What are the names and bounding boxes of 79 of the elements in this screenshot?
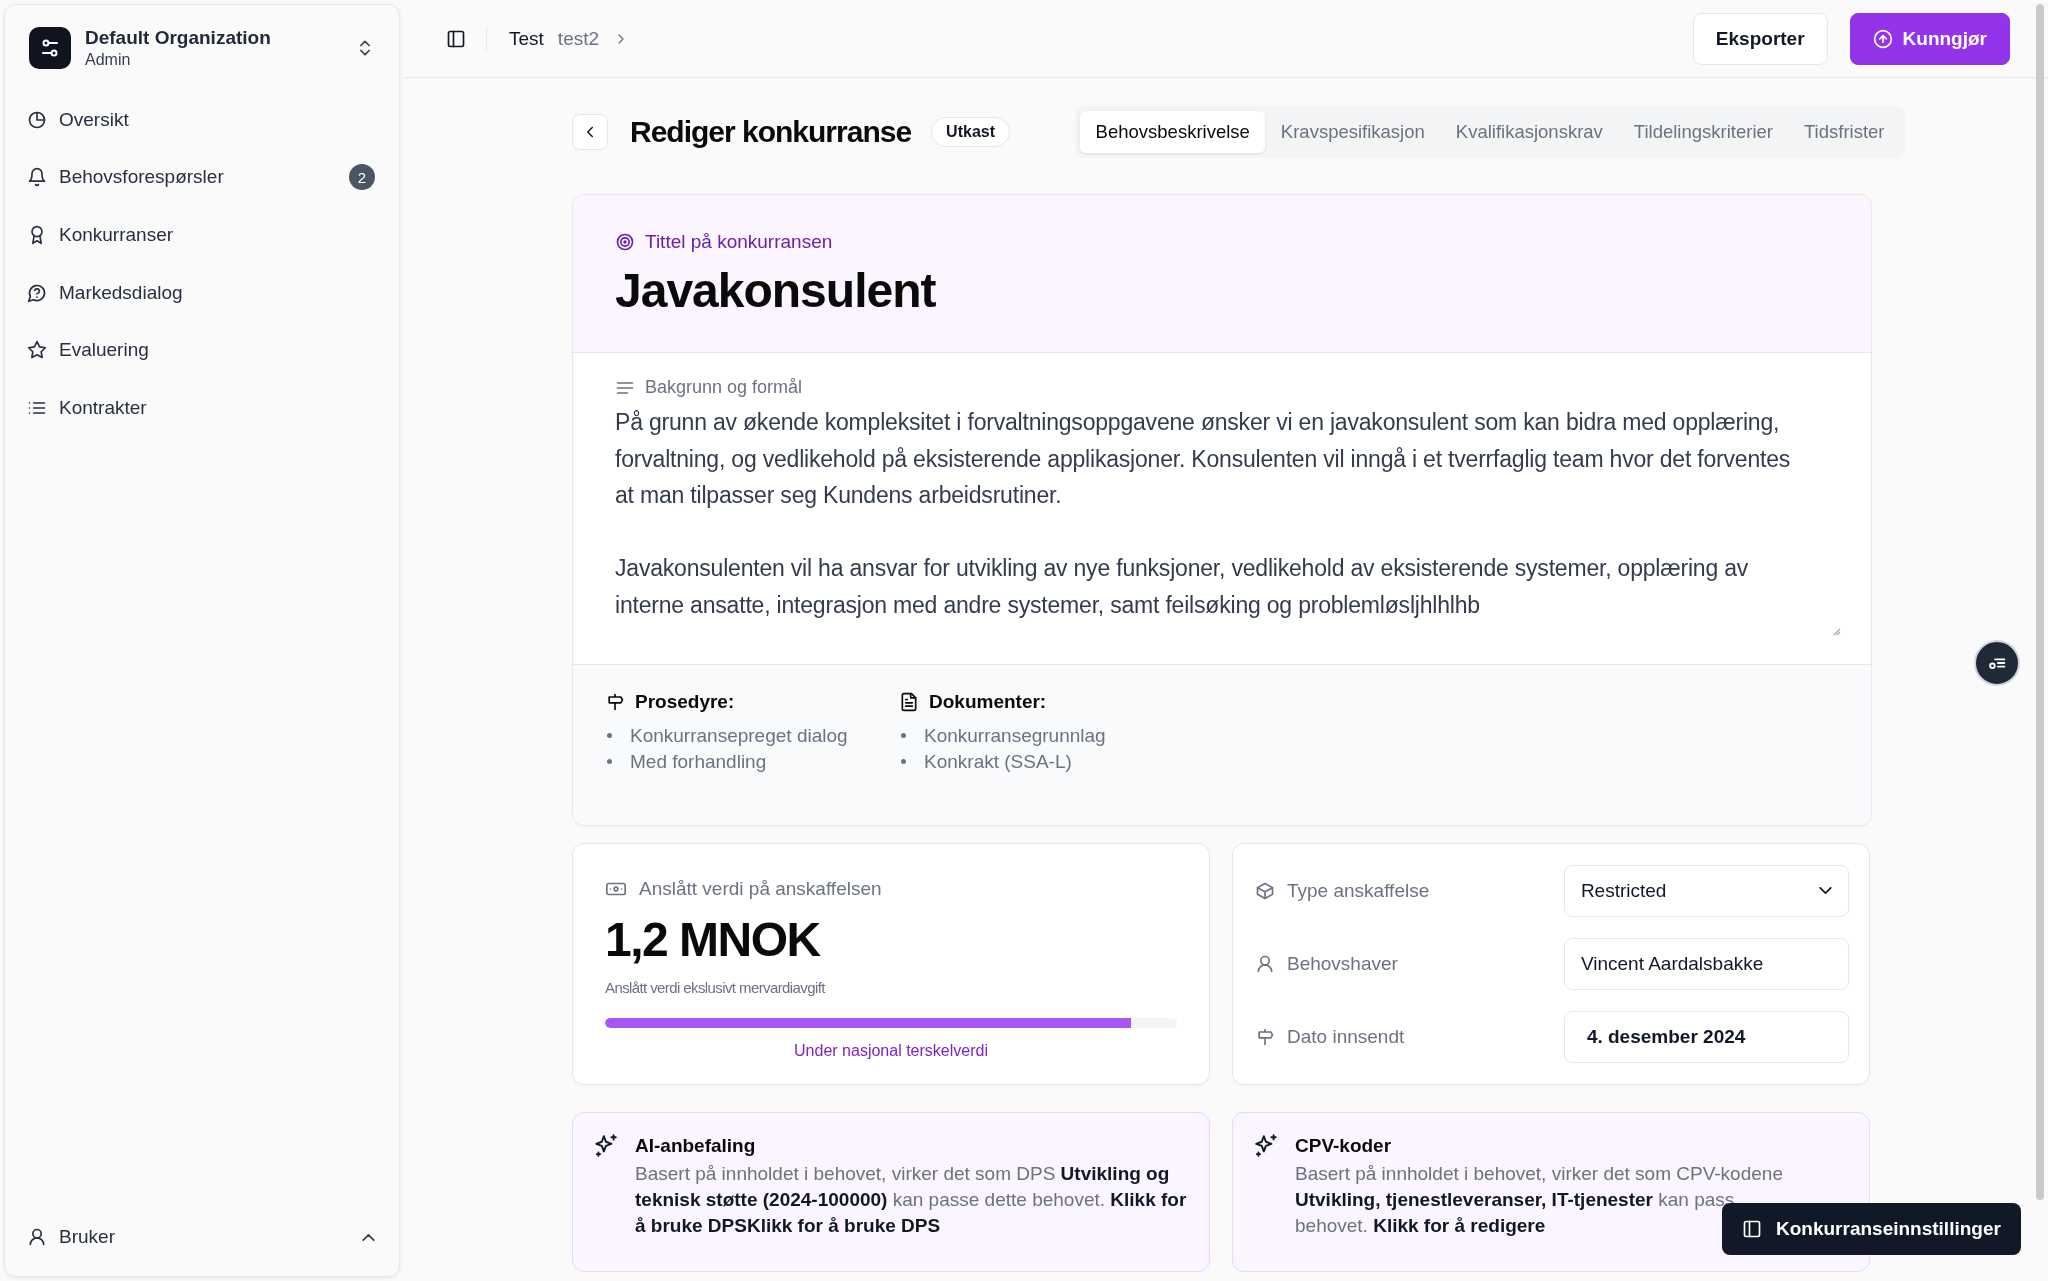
breadcrumb-link[interactable]: Test	[509, 27, 544, 50]
sidebar-item-label: Behovsforespørsler	[59, 166, 224, 189]
chat-question-icon	[27, 282, 47, 303]
publish-button[interactable]: Kunngjør	[1849, 12, 2010, 65]
user-icon	[1255, 953, 1275, 974]
tab[interactable]: Kravspesifikasjon	[1265, 110, 1441, 153]
sidebar-toggle-icon[interactable]	[446, 28, 466, 49]
package-icon	[1255, 880, 1275, 901]
input-field[interactable]: Vincent Aardalsbakke	[1563, 937, 1849, 990]
chevron-up-icon	[362, 1233, 375, 1241]
bullet-icon	[607, 733, 612, 739]
target-icon	[615, 232, 635, 252]
sidebar-item[interactable]: Markedsdialog	[21, 263, 383, 322]
user-menu[interactable]: Bruker	[21, 1208, 383, 1266]
list-item: Konkurransegrunnlag	[924, 723, 1106, 748]
tab[interactable]: Behovsbeskrivelse	[1080, 110, 1266, 153]
organization-name: Default Organization	[85, 27, 272, 49]
value-note: Anslått verdi ekslusivt mervardiavgift	[605, 978, 827, 996]
sidebar-item-label: Konkurranser	[59, 224, 174, 246]
bullet-icon	[901, 733, 906, 739]
section-heading: Dokumenter:	[929, 690, 1047, 713]
pie-chart-icon	[27, 109, 47, 130]
page-title: Rediger konkurranse	[630, 114, 912, 149]
field-label: Type anskaffelse	[1287, 879, 1430, 902]
competition-title: Javakonsulent	[615, 263, 937, 318]
tab[interactable]: Kvalifikasjonskrav	[1440, 110, 1619, 153]
description-field[interactable]: På grunn av økende kompleksitet i forvaltningsoppgavene ønsker vi en javakonsulent som kan bidra med opplæring, forvaltning, og vedlikehold på eksisterende applikasjoner. Konsulenten vil inngå i et tverrfaglig team hvor det forventes at man tilpasser seg Kundens arbeidsrutiner. Javakonsulenten vil ha ansvar for utvikling av nye funksjoner, vedlikehold av eksisterende systemer, opplæring av interne ansatte, integrasjon med andre systemer, samt feilsøking og problemløsljhlhlhb	[615, 404, 1796, 638]
sidebar-item-label: Kontrakter	[59, 396, 147, 419]
bullet-icon	[901, 759, 906, 765]
sidebar-item-label: Evaluering	[59, 339, 149, 362]
chevron-down-icon	[1819, 887, 1832, 895]
threshold-label: Under nasjonal terskelverdi	[793, 1041, 989, 1060]
organization-role: Admin	[85, 51, 132, 69]
arrow-up-circle-icon	[1872, 28, 1893, 49]
sparkles-icon	[593, 1132, 619, 1159]
estimated-value: 1,2 MNOK	[605, 911, 822, 967]
suggestion-text: Basert på innholdet i behovet, virker det som CPV-kodene	[1295, 1161, 1783, 1186]
sidebar-item[interactable]: Kontrakter	[21, 378, 383, 437]
suggestion-title: CPV-koder	[1295, 1134, 1393, 1157]
bell-icon	[27, 167, 47, 188]
sidebar-item[interactable]: Behovsforespørsler 2	[21, 148, 383, 207]
suggestion-title: AI-anbefaling	[635, 1134, 757, 1157]
tab[interactable]: Tidsfrister	[1788, 110, 1900, 153]
field-label: Tittel på konkurransen	[645, 231, 833, 253]
suggestion-text: behovet. Klikk for å redigere	[1295, 1213, 1546, 1238]
select-field[interactable]: Restricted	[1563, 864, 1849, 917]
signpost-icon	[1255, 1026, 1275, 1047]
suggestion-text: teknisk støtte (2024-100000) kan passe dette behovet. Klikk for	[635, 1187, 1187, 1212]
user-icon	[27, 1227, 47, 1248]
sidebar-item-label: Oversikt	[59, 108, 129, 131]
count-badge: 2	[349, 164, 375, 191]
field-label: Behovshaver	[1287, 952, 1398, 975]
panel-icon	[1742, 1219, 1762, 1239]
sidebar-item[interactable]: Evaluering	[21, 321, 383, 379]
field-label: Bakgrunn og formål	[645, 377, 803, 398]
document-icon	[899, 691, 919, 712]
list-item: Konkrakt (SSA-L)	[924, 749, 1072, 774]
section-heading: Prosedyre:	[635, 690, 735, 713]
sidebar-item-label: Markedsdialog	[59, 281, 183, 304]
sidebar-item[interactable]: Konkurranser	[21, 206, 383, 264]
export-button[interactable]: Eksporter	[1692, 12, 1828, 65]
list-item: Med forhandling	[630, 749, 767, 774]
signpost-icon	[605, 691, 625, 712]
bullet-icon	[607, 759, 612, 765]
suggestion-text: å bruke DPSKlikk for å bruke DPS	[635, 1213, 941, 1238]
user-label: Bruker	[59, 1226, 115, 1249]
floating-action-button[interactable]	[1974, 640, 2020, 686]
star-icon	[27, 340, 47, 361]
field-label: Anslått verdi på anskaffelsen	[639, 877, 882, 900]
date-field[interactable]: 4. desember 2024	[1563, 1010, 1849, 1063]
sparkles-icon	[1253, 1132, 1279, 1159]
status-badge: Utkast	[931, 116, 1010, 147]
sidebar-item[interactable]: Oversikt	[21, 91, 383, 149]
list-item: Konkurransepreget dialog	[630, 723, 848, 748]
tab[interactable]: Tildelingskriterier	[1618, 110, 1789, 153]
scrollbar[interactable]	[2036, 4, 2044, 1200]
breadcrumb-link[interactable]: test2	[557, 27, 600, 50]
suggestion-text: Basert på innholdet i behovet, virker det som DPS Utvikling og	[635, 1161, 1170, 1186]
field-label: Dato innsendt	[1287, 1025, 1405, 1048]
